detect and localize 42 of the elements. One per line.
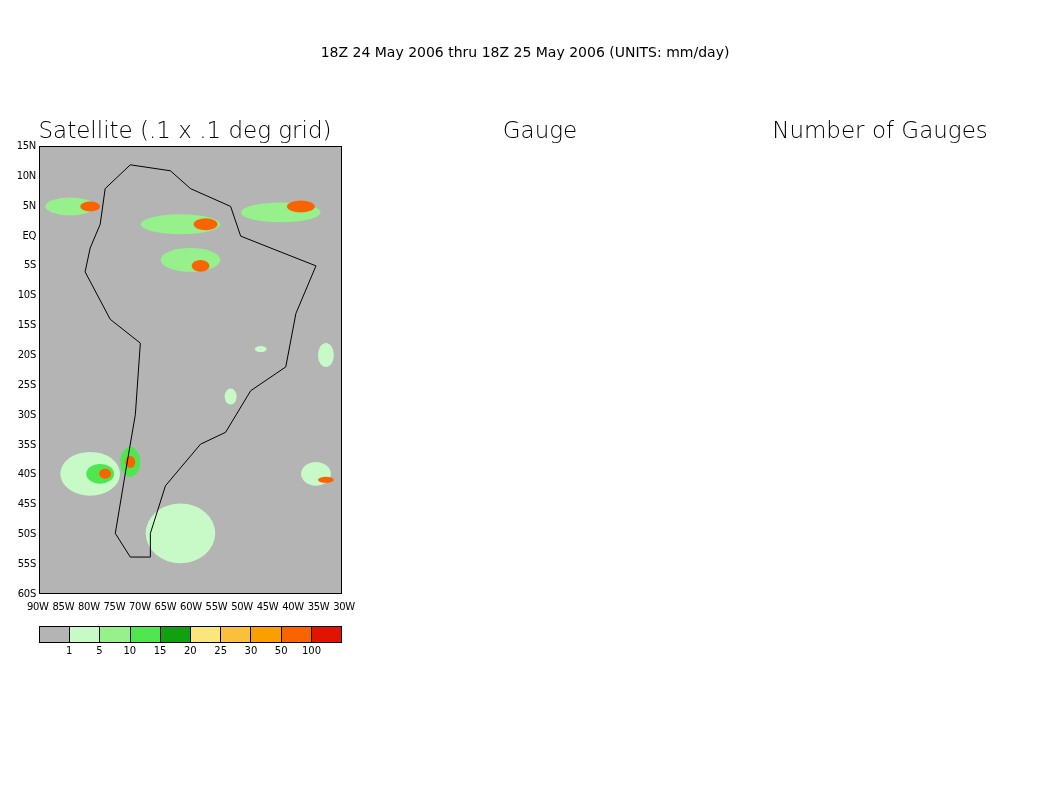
latitude-label: 15N: [16, 140, 36, 152]
chart-title: 18Z 24 May 2006 thru 18Z 25 May 2006 (UNITS: mm/day): [319, 44, 731, 62]
longitude-label: 35W: [307, 601, 330, 613]
legend-label: 20: [182, 645, 198, 656]
longitude-label: 50W: [231, 601, 253, 613]
panel-title: Gauge: [501, 117, 579, 143]
latitude-label: 30S: [17, 408, 36, 421]
panel-title: Number of Gauges: [771, 117, 989, 143]
latitude-label: 5S: [23, 259, 36, 272]
longitude-label: 65W: [154, 601, 177, 613]
legend-label: 5: [95, 645, 104, 656]
latitude-label: 5N: [22, 199, 36, 212]
legend-label: 100: [300, 645, 323, 656]
legend-label: 30: [243, 645, 259, 656]
latitude-label: 40S: [17, 468, 36, 481]
legend-label: 50: [273, 645, 289, 656]
longitude-label: 75W: [103, 601, 126, 613]
legend-label: 15: [152, 645, 168, 656]
latitude-label: 10S: [17, 289, 36, 302]
latitude-label: 55S: [17, 558, 36, 571]
longitude-label: 45W: [256, 601, 279, 613]
latitude-label: 35S: [17, 438, 36, 451]
latitude-label: 60S: [17, 587, 36, 600]
longitude-label: 30W: [333, 601, 355, 613]
longitude-label: 55W: [205, 601, 228, 613]
legend-label: 1: [64, 645, 74, 656]
latitude-label: EQ: [22, 229, 36, 242]
longitude-label: 90W: [27, 601, 49, 613]
latitude-label: 20S: [17, 349, 36, 361]
longitude-label: 40W: [282, 601, 304, 613]
latitude-label: 25S: [17, 378, 36, 391]
longitude-label: 85W: [52, 601, 75, 613]
legend-label: 10: [122, 645, 138, 656]
legend-label: 25: [213, 645, 228, 656]
longitude-label: 80W: [78, 601, 100, 613]
panel-title: Satellite (.1 x .1 deg grid): [37, 117, 333, 143]
latitude-label: 50S: [17, 528, 36, 541]
latitude-label: 15S: [17, 319, 36, 332]
longitude-label: 70W: [129, 601, 151, 613]
latitude-label: 45S: [17, 498, 36, 511]
longitude-label: 60W: [180, 601, 202, 613]
latitude-label: 10N: [16, 169, 36, 182]
